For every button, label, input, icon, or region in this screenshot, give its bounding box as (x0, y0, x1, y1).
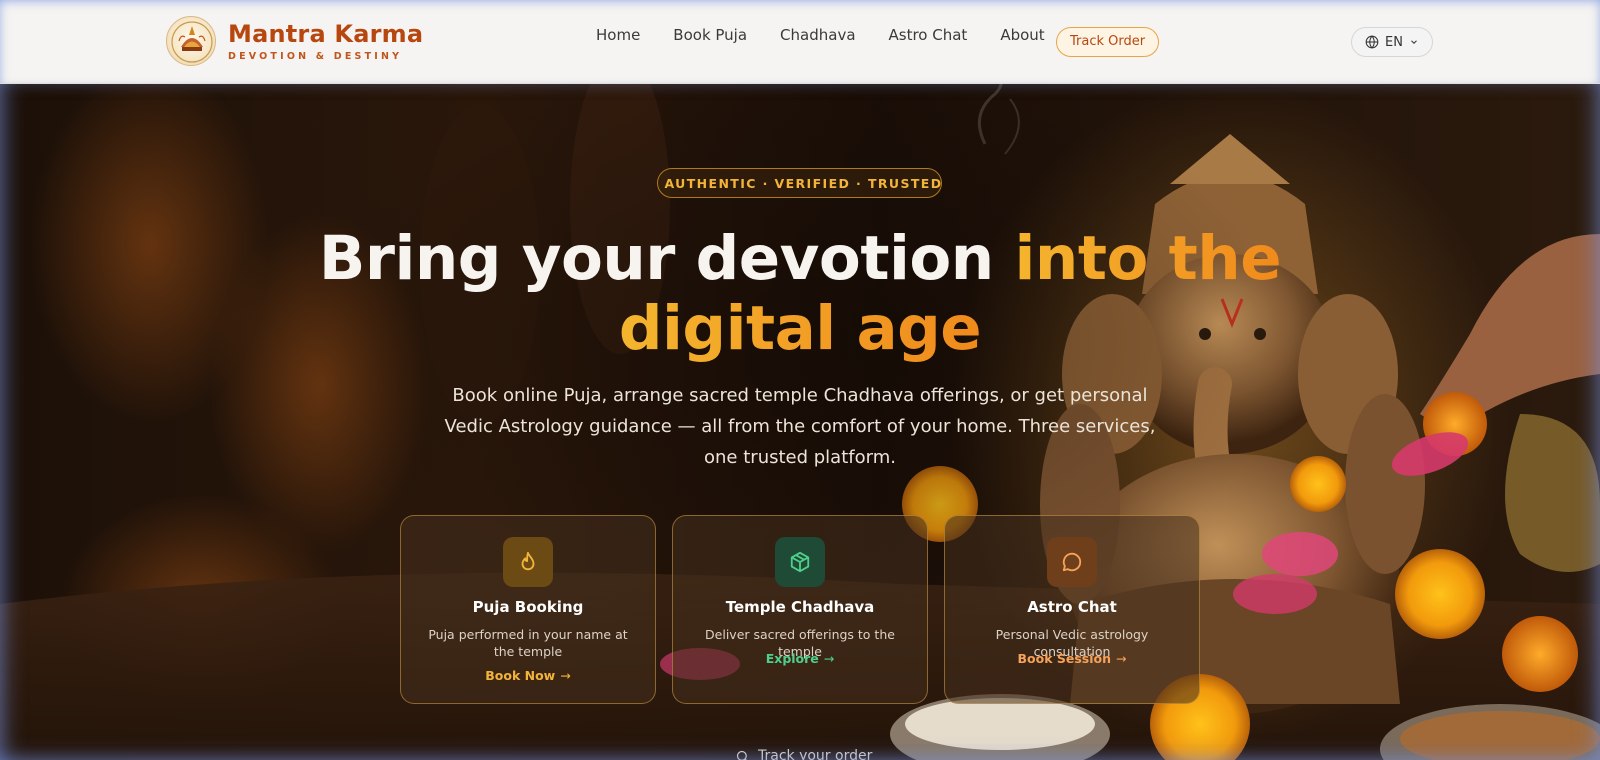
card-icon-box (1047, 537, 1097, 587)
card-title: Astro Chat (1027, 598, 1117, 616)
card-icon-box (775, 537, 825, 587)
nav-home[interactable]: Home (596, 26, 640, 44)
card-puja-booking[interactable]: Puja Booking Puja performed in your name… (400, 515, 656, 704)
search-icon (736, 750, 748, 760)
headline-white-part: Bring your devotion (318, 223, 1015, 294)
language-label: EN (1385, 34, 1403, 50)
card-description: Puja performed in your name at the templ… (428, 627, 628, 659)
brand-tagline: DEVOTION & DESTINY (228, 50, 403, 62)
nav-book-puja[interactable]: Book Puja (673, 26, 747, 44)
brand-name: Mantra Karma (228, 19, 424, 48)
logo-emblem-icon (166, 16, 216, 66)
flame-icon (521, 551, 535, 571)
nav-astro-chat[interactable]: Astro Chat (889, 26, 968, 44)
language-selector[interactable]: EN (1351, 27, 1433, 57)
card-astro-chat[interactable]: Astro Chat Personal Vedic astrology cons… (944, 515, 1200, 704)
book-session-link[interactable]: Book Session → (945, 651, 1199, 666)
nav-about[interactable]: About (1000, 26, 1044, 44)
track-your-order-link[interactable]: Track your order (735, 748, 872, 760)
book-now-label: Book Now (485, 668, 556, 683)
chat-bubble-icon (1062, 552, 1082, 572)
main-nav: Home Book Puja Chadhava Astro Chat About (596, 26, 1078, 44)
chevron-down-icon (1411, 40, 1417, 44)
brand-logo[interactable]: Mantra Karma DEVOTION & DESTINY (166, 16, 423, 66)
arrow-right-icon: → (823, 651, 835, 666)
headline-accent-part-1: into the (1014, 223, 1282, 294)
nav-chadhava[interactable]: Chadhava (780, 26, 855, 44)
book-session-label: Book Session (1017, 651, 1112, 666)
site-header: Mantra Karma DEVOTION & DESTINY Home Boo… (0, 0, 1600, 84)
hero-subtext: Book online Puja, arrange sacred temple … (444, 385, 1156, 468)
book-now-link[interactable]: Book Now → (401, 668, 655, 683)
arrow-right-icon: → (1116, 651, 1127, 666)
card-icon-box (503, 537, 553, 587)
track-order-button[interactable]: Track Order (1056, 27, 1160, 57)
hero-section: AUTHENTIC · VERIFIED · TRUSTED Bring you… (0, 84, 1600, 760)
card-temple-chadhava[interactable]: Temple Chadhava Deliver sacred offerings… (672, 515, 928, 704)
globe-icon (1365, 35, 1379, 49)
card-title: Puja Booking (472, 598, 584, 616)
headline-accent-part-2: digital age (618, 293, 982, 364)
track-your-order-label: Track your order (758, 748, 873, 760)
arrow-right-icon: → (560, 668, 571, 683)
card-title: Temple Chadhava (725, 598, 875, 616)
hero-headline: Bring your devotion into the digital age (300, 224, 1300, 364)
explore-label: Explore (765, 651, 819, 666)
explore-link[interactable]: Explore → (673, 651, 927, 666)
trust-badge: AUTHENTIC · VERIFIED · TRUSTED (657, 168, 942, 198)
trust-badge-text: AUTHENTIC · VERIFIED · TRUSTED (664, 175, 943, 191)
box-icon (790, 551, 810, 573)
